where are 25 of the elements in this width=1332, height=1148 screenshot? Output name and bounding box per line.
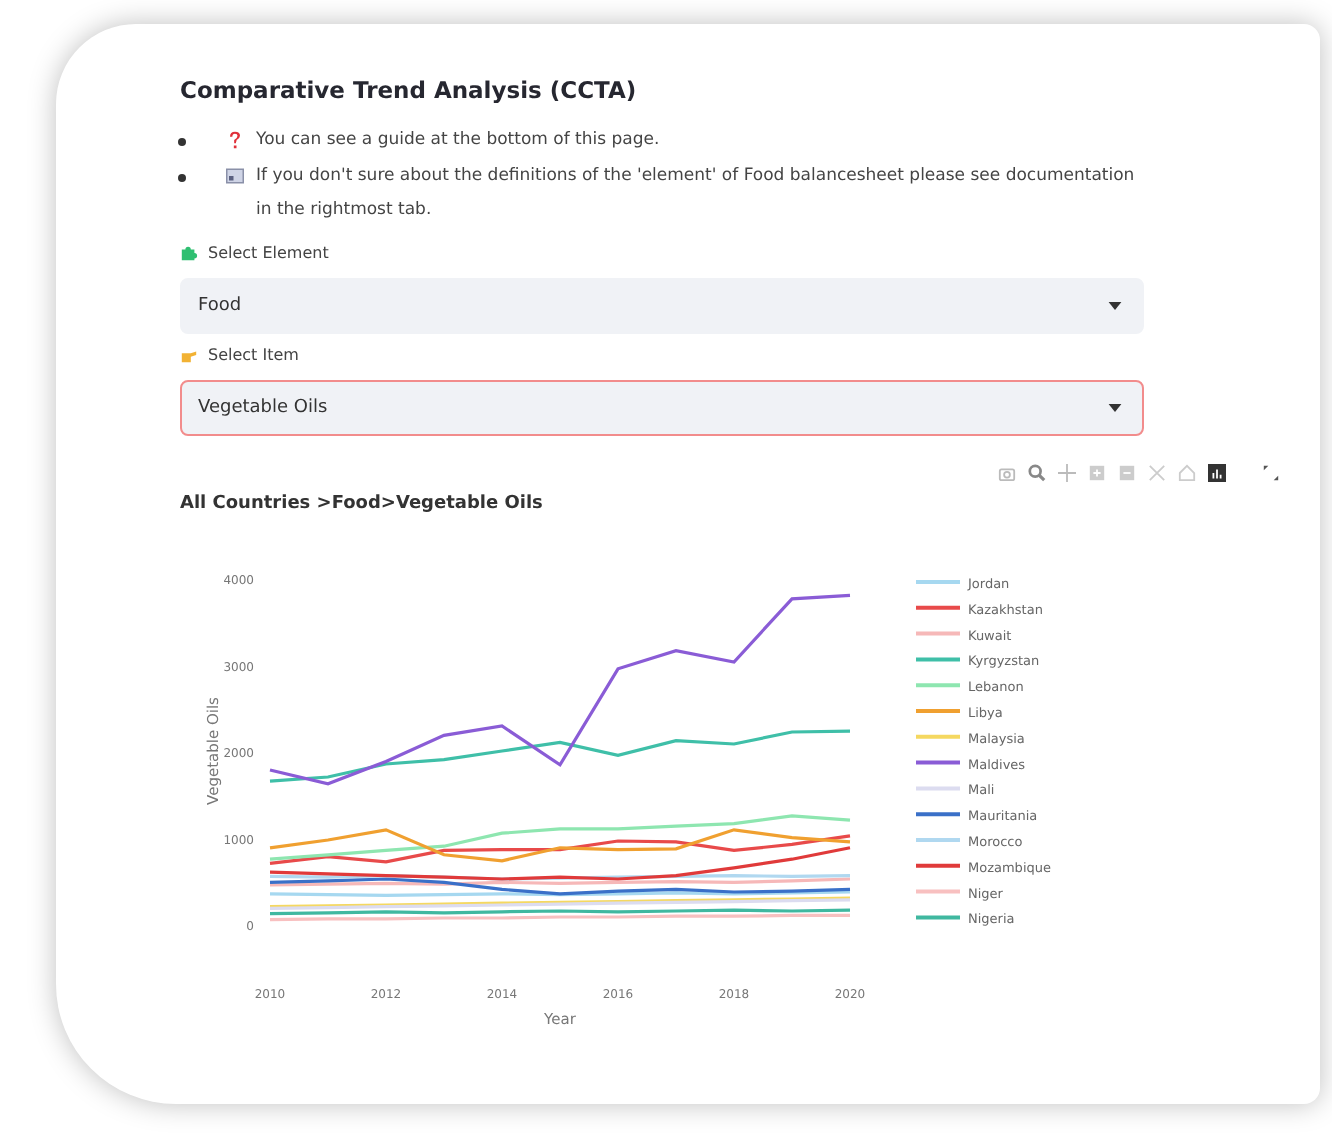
fullscreen-icon[interactable] [1262,464,1280,482]
select-label: Select Item [208,346,299,364]
caret-icon [1108,404,1122,412]
zoom-icon[interactable] [1028,464,1046,482]
bar-chart-icon[interactable] [1208,464,1226,482]
select-dropdown[interactable]: Vegetable Oils [180,380,1144,436]
autoscale-icon[interactable] [1148,464,1166,482]
note-text: If you don't sure about the definitions of the 'element' of Food balancesheet please see documentation in the rightmost tab. [256,164,1136,224]
bullet-icon [178,138,186,146]
zoom-out-icon[interactable] [1118,464,1136,482]
camera-icon[interactable] [998,464,1016,482]
bullet-icon [178,174,186,182]
pan-icon[interactable] [1058,464,1076,482]
zoom-in-icon[interactable] [1088,464,1106,482]
caret-icon [1108,302,1122,310]
note-text: You can see a guide at the bottom of this page. [256,128,660,154]
home-icon[interactable] [1178,464,1196,482]
select-label: Select Element [208,244,329,262]
question-mark-icon [226,130,244,150]
pointing-hand-icon [180,346,198,364]
page-heading: Comparative Trend Analysis (CCTA) [180,76,639,104]
puzzle-icon [180,244,198,262]
document-icon [226,166,244,186]
select-dropdown[interactable]: Food [180,278,1144,334]
chart-title: All Countries >Food>Vegetable Oils [180,494,545,514]
